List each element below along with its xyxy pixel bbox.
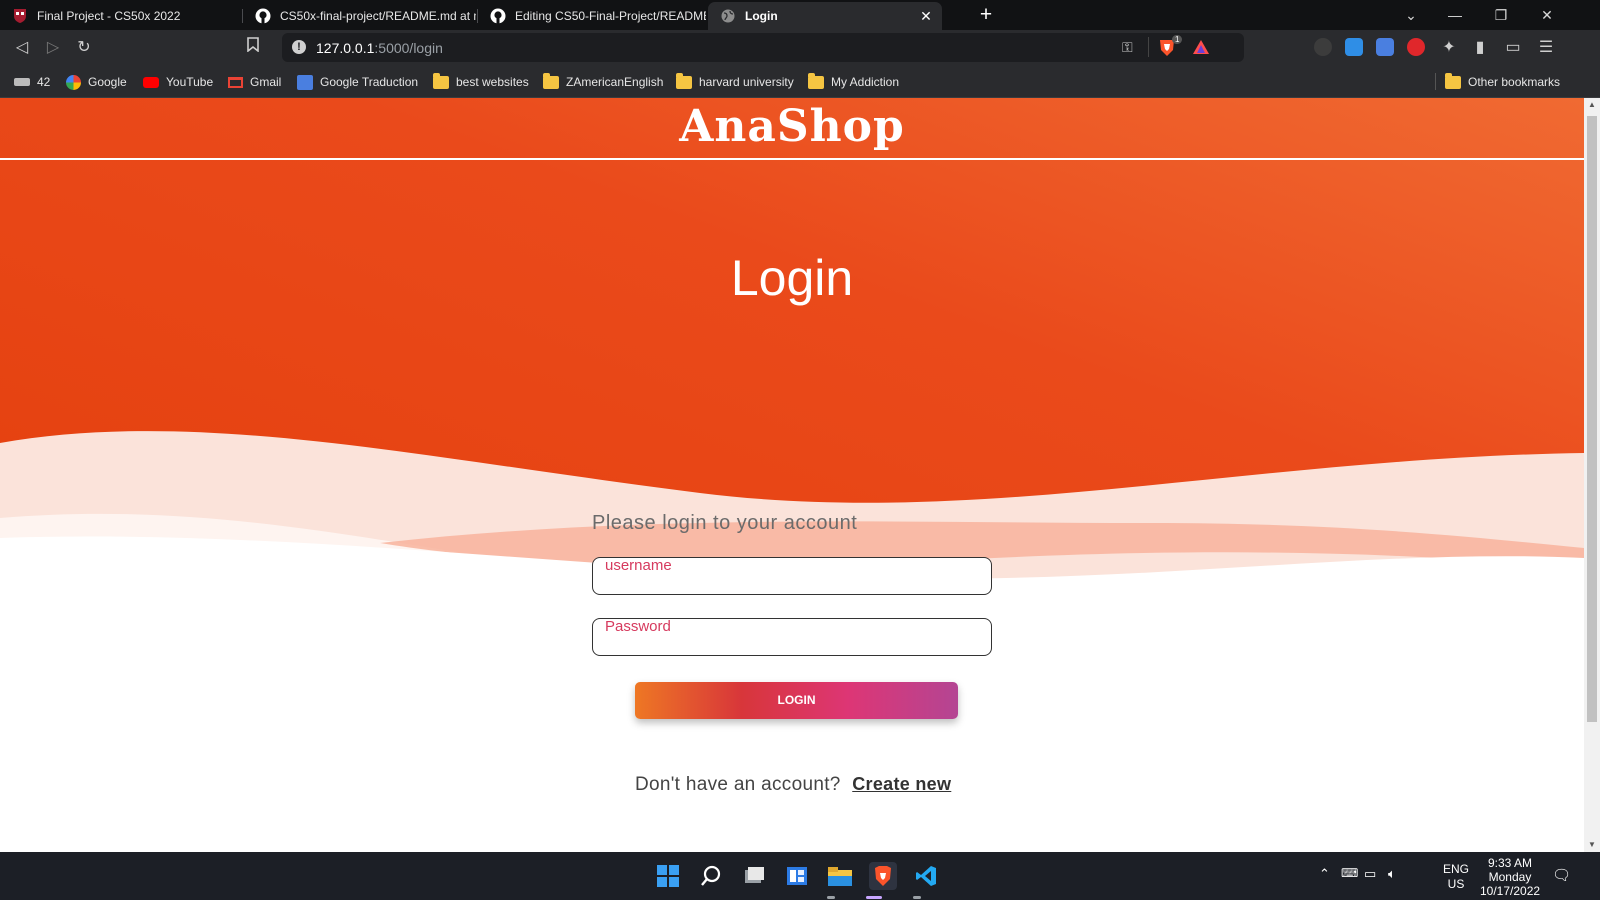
active-indicator (866, 896, 882, 899)
username-placeholder: username (605, 557, 672, 574)
bookmark-folder-harvard-university[interactable]: harvard university (676, 72, 794, 91)
close-tab-icon[interactable]: ✕ (918, 8, 934, 24)
login-subtitle: Please login to your account (592, 512, 858, 534)
windows-start-icon[interactable] (654, 862, 682, 890)
gmail-icon (228, 76, 243, 88)
scroll-down-icon[interactable]: ▼ (1584, 838, 1600, 852)
globe-icon (720, 8, 736, 24)
running-indicator (913, 896, 921, 899)
bookmark-folder-best-websites[interactable]: best websites (433, 72, 529, 91)
menu-icon[interactable]: ☰ (1535, 37, 1557, 59)
bookmark-google-traduction[interactable]: Google Traduction (297, 73, 418, 91)
browser-toolbar: ◁ ▷ ↻ ! 127.0.0.1:5000/login ⚿ 1 ✦ ▮ ▭ ☰ (0, 30, 1600, 65)
divider (1148, 37, 1149, 57)
site-info-icon[interactable]: ! (292, 40, 306, 54)
input-method-icon[interactable]: ⌨ (1341, 866, 1358, 880)
folder-icon (433, 72, 449, 89)
tab-bar: Final Project - CS50x 2022 CS50x-final-p… (0, 0, 1600, 30)
folder-icon (808, 72, 824, 89)
tab-login[interactable]: Login ✕ (708, 2, 942, 30)
tab-title: CS50x-final-project/README.md at main (280, 9, 476, 23)
youtube-icon (143, 76, 159, 88)
brave-rewards-icon[interactable] (1192, 39, 1210, 60)
create-new-link[interactable]: Create new (852, 774, 951, 794)
login-form: Please login to your account username Pa… (592, 512, 992, 795)
signup-prompt-text: Don't have an account? (635, 774, 841, 795)
tab-title: Login (745, 9, 778, 23)
github-icon (255, 8, 271, 24)
tab-final-project[interactable]: Final Project - CS50x 2022 (0, 2, 240, 30)
url-text[interactable]: 127.0.0.1:5000/login (316, 40, 443, 56)
github-icon (490, 8, 506, 24)
extension-drop-icon[interactable] (1345, 38, 1363, 56)
password-input[interactable]: Password (592, 618, 992, 656)
reload-icon[interactable]: ↻ (73, 37, 95, 59)
address-bar[interactable]: ! 127.0.0.1:5000/login ⚿ 1 (282, 33, 1244, 62)
show-hidden-icons-icon[interactable]: ⌃ (1319, 866, 1330, 882)
extension-hand-icon[interactable] (1407, 38, 1425, 56)
tab-readme-main[interactable]: CS50x-final-project/README.md at main (243, 2, 476, 30)
restore-icon[interactable]: ❐ (1478, 0, 1524, 30)
back-icon[interactable]: ◁ (11, 37, 33, 59)
widgets-icon[interactable] (783, 862, 811, 890)
tab-title: Final Project - CS50x 2022 (37, 9, 181, 23)
bookmark-folder-my-addiction[interactable]: My Addiction (808, 72, 899, 91)
windows-taskbar: ⌃ ⌨ ▭ 🔈︎ ENG US 9:33 AM Monday 10/17/202… (0, 852, 1600, 900)
vscode-icon[interactable] (912, 862, 940, 890)
harvard-shield-icon (12, 8, 28, 24)
tab-search-chevron-icon[interactable]: ⌄ (1388, 0, 1434, 30)
bookmark-icon[interactable] (242, 37, 264, 59)
tab-title: Editing CS50-Final-Project/README.md (515, 9, 706, 23)
bookmark-folder-zamericanenglish[interactable]: ZAmericanEnglish (543, 72, 663, 91)
google-translate-icon (297, 74, 313, 90)
folder-icon (1445, 72, 1461, 89)
divider (1435, 73, 1436, 90)
language-indicator[interactable]: ENG US (1443, 862, 1469, 892)
system-clock[interactable]: 9:33 AM Monday 10/17/2022 (1480, 856, 1540, 898)
header-divider (0, 158, 1584, 160)
folder-icon (676, 72, 692, 89)
tab-editing-readme[interactable]: Editing CS50-Final-Project/README.md (478, 2, 706, 30)
extension-owl-icon[interactable] (1314, 38, 1332, 56)
google-translate-extension-icon[interactable] (1376, 38, 1394, 56)
search-icon[interactable] (697, 862, 725, 890)
other-bookmarks[interactable]: Other bookmarks (1445, 72, 1560, 91)
page-title: Login (730, 250, 854, 306)
minimize-icon[interactable]: — (1432, 0, 1478, 30)
brand-logo[interactable]: AnaShop (0, 98, 1584, 156)
signup-prompt: Don't have an account? Create new (635, 774, 965, 796)
network-icon[interactable]: ▭ (1364, 866, 1376, 882)
bookmark-youtube[interactable]: YouTube (143, 73, 213, 91)
file-explorer-icon[interactable] (826, 862, 854, 890)
google-icon (66, 74, 81, 90)
page-viewport: AnaShop Login Please login to your accou… (0, 98, 1584, 852)
new-tab-button[interactable]: + (974, 3, 998, 27)
sidebar-icon[interactable]: ▮ (1469, 37, 1491, 59)
volume-icon[interactable]: 🔈︎ (1388, 866, 1396, 882)
scrollbar-thumb[interactable] (1587, 116, 1597, 722)
brave-browser-icon[interactable] (869, 862, 897, 890)
key-icon[interactable]: ⚿ (1122, 39, 1133, 56)
wallet-icon[interactable]: ▭ (1502, 37, 1524, 59)
bookmark-42[interactable]: 42 (14, 73, 50, 91)
page-scrollbar[interactable]: ▲ ▼ (1584, 98, 1600, 852)
task-view-icon[interactable] (740, 862, 768, 890)
notifications-icon[interactable]: 🗨︎ (1552, 866, 1571, 884)
bookmark-gmail[interactable]: Gmail (228, 73, 281, 91)
bookmark-google[interactable]: Google (66, 73, 127, 91)
forward-icon[interactable]: ▷ (42, 37, 64, 59)
password-placeholder: Password (605, 618, 671, 635)
close-window-icon[interactable]: ✕ (1524, 0, 1570, 30)
folder-icon (543, 72, 559, 89)
username-input[interactable]: username (592, 557, 992, 595)
bookmarks-bar: 42 Google YouTube Gmail Google Traductio… (0, 65, 1600, 98)
shields-badge: 1 (1172, 35, 1183, 44)
extensions-puzzle-icon[interactable]: ✦ (1438, 37, 1460, 59)
42-logo-icon (14, 78, 30, 86)
login-button[interactable]: LOGIN (635, 682, 958, 719)
scroll-up-icon[interactable]: ▲ (1584, 98, 1600, 112)
running-indicator (827, 896, 835, 899)
